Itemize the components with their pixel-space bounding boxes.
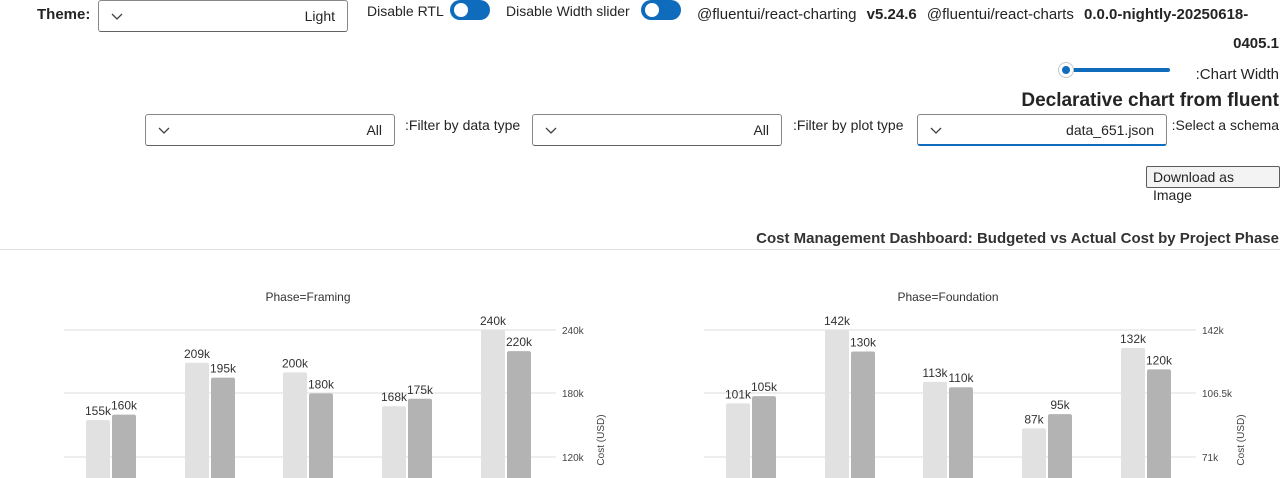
- schema-value: data_651.json: [1066, 122, 1154, 138]
- chart-title: Cost Management Dashboard: Budgeted vs A…: [756, 230, 1279, 247]
- bar[interactable]: [309, 393, 333, 478]
- data-type-dropdown[interactable]: All: [145, 114, 395, 146]
- plot-type-dropdown[interactable]: All: [532, 114, 782, 146]
- bar[interactable]: [726, 403, 750, 478]
- data-label: 132k: [1120, 332, 1147, 346]
- disable-rtl-toggle[interactable]: [450, 0, 490, 20]
- slider-thumb[interactable]: [1058, 62, 1074, 78]
- bar[interactable]: [923, 381, 947, 478]
- theme-value: Light: [304, 8, 335, 24]
- disable-rtl-label: Disable RTL: [367, 3, 444, 19]
- package-version-charts-cont: 0405.1: [1233, 35, 1279, 52]
- bar[interactable]: [851, 351, 875, 478]
- bar[interactable]: [86, 419, 110, 478]
- bar[interactable]: [949, 387, 973, 478]
- data-label: 209k: [184, 347, 211, 361]
- slider-track: [1064, 68, 1170, 72]
- data-label: 180k: [308, 378, 335, 392]
- chevron-down-icon: [158, 127, 170, 134]
- data-label: 220k: [506, 335, 533, 349]
- bar[interactable]: [185, 362, 209, 478]
- download-image-button[interactable]: Download as Image: [1146, 166, 1280, 203]
- data-label: 120k: [1146, 353, 1173, 367]
- data-label: 195k: [210, 362, 237, 376]
- toggle-knob: [454, 3, 468, 17]
- data-label: 105k: [751, 380, 778, 394]
- y-tick-label: 106.5k: [1202, 389, 1233, 400]
- y-axis-label: Cost (USD): [1236, 414, 1247, 465]
- data-label: 110k: [948, 371, 974, 385]
- disable-width-slider-toggle[interactable]: [641, 0, 681, 20]
- version-info: @fluentui/react-charting v5.24.6 @fluent…: [697, 6, 1248, 23]
- chart-panel-framing: Phase=Framing240k180k120k Cost (USD)155k 1…: [64, 290, 607, 478]
- data-type-value: All: [366, 122, 382, 138]
- data-label: 95k: [1050, 398, 1070, 412]
- toggle-knob: [645, 3, 659, 17]
- y-tick-label: 240k: [562, 326, 585, 337]
- bar[interactable]: [481, 330, 505, 478]
- y-tick-label: 180k: [562, 389, 585, 400]
- filter-plot-type-label: :Filter by plot type: [793, 117, 904, 133]
- data-label: 200k: [282, 356, 309, 370]
- data-label: 168k: [381, 390, 408, 404]
- bar[interactable]: [211, 377, 235, 478]
- plot-type-value: All: [753, 122, 769, 138]
- data-label: 175k: [407, 383, 434, 397]
- chart-panel-foundation: Phase=Foundation 142k 106.5k 71k Cost (USD) 1…: [704, 290, 1247, 478]
- data-label: 87k: [1024, 412, 1044, 426]
- package-name-charting: @fluentui/react-charting: [697, 6, 857, 23]
- bar[interactable]: [382, 406, 406, 478]
- data-label: 130k: [850, 335, 877, 349]
- chevron-down-icon: [930, 127, 942, 134]
- bar[interactable]: [1121, 347, 1145, 478]
- bar[interactable]: [112, 414, 136, 478]
- data-label: 240k: [480, 314, 507, 328]
- panel-title: Phase=Foundation: [897, 290, 998, 304]
- package-version-charting: v5.24.6: [866, 6, 917, 23]
- chart-width-label: :Chart Width: [1195, 66, 1279, 83]
- data-label: 142k: [824, 314, 851, 328]
- package-version-charts: 0.0.0-nightly-20250618-: [1084, 6, 1249, 23]
- chevron-down-icon: [545, 127, 557, 134]
- theme-dropdown[interactable]: Light: [98, 0, 348, 32]
- bar[interactable]: [1147, 369, 1171, 478]
- data-label: 155k: [85, 404, 112, 418]
- theme-label: Theme:: [37, 6, 91, 23]
- bar[interactable]: [1048, 414, 1072, 478]
- bar[interactable]: [408, 398, 432, 478]
- disable-width-slider-label: Disable Width slider: [506, 3, 630, 19]
- y-tick-label: 142k: [1202, 326, 1225, 337]
- data-label: 113k: [922, 366, 948, 380]
- panel-title: Phase=Framing: [265, 290, 350, 304]
- y-axis-label: Cost (USD): [596, 414, 607, 465]
- data-label: 160k: [111, 399, 138, 413]
- bar[interactable]: [752, 396, 776, 478]
- chart-width-slider[interactable]: [1058, 62, 1172, 78]
- bar[interactable]: [825, 330, 849, 478]
- y-tick-label: 120k: [562, 453, 585, 464]
- chevron-down-icon: [111, 13, 123, 20]
- data-label: 101k: [725, 387, 752, 401]
- filter-data-type-label: :Filter by data type: [405, 117, 521, 133]
- select-schema-label: :Select a schema: [1171, 117, 1279, 133]
- bar[interactable]: [283, 372, 307, 478]
- bar[interactable]: [1022, 428, 1046, 478]
- package-name-charts: @fluentui/react-charts: [926, 6, 1074, 23]
- divider: [0, 249, 1280, 250]
- bar[interactable]: [507, 351, 531, 478]
- page-heading: Declarative chart from fluent: [1021, 90, 1279, 111]
- schema-dropdown[interactable]: data_651.json: [917, 114, 1167, 146]
- y-tick-label: 71k: [1202, 453, 1219, 464]
